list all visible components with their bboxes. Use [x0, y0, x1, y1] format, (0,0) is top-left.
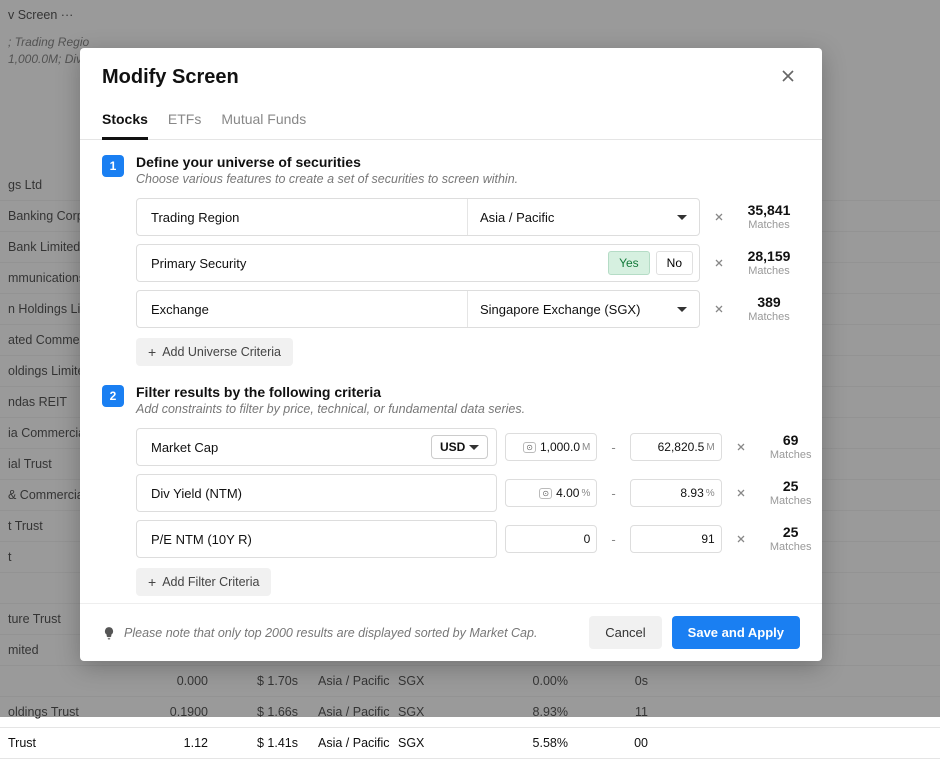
- remove-filter-button[interactable]: [730, 528, 752, 550]
- footer-note: Please note that only top 2000 results a…: [102, 626, 537, 640]
- remove-criteria-button[interactable]: [708, 252, 730, 274]
- info-icon: [102, 626, 116, 640]
- tab-etfs[interactable]: ETFs: [168, 103, 201, 139]
- criteria-label: Trading Region: [137, 210, 253, 225]
- section-1-subtitle: Choose various features to create a set …: [136, 172, 800, 186]
- criteria-label: Exchange: [137, 302, 223, 317]
- caret-down-icon: [677, 215, 687, 220]
- filter-label: Div Yield (NTM): [151, 486, 431, 501]
- plus-icon: +: [148, 575, 156, 589]
- matches-count: 25 Matches: [760, 525, 822, 552]
- market-cap-max-input[interactable]: 62,820.5M: [630, 433, 722, 461]
- section-1-title: Define your universe of securities: [136, 154, 800, 170]
- filter-label: Market Cap: [151, 440, 431, 455]
- add-universe-criteria-button[interactable]: + Add Universe Criteria: [136, 338, 293, 366]
- exchange-select[interactable]: Singapore Exchange (SGX): [467, 291, 699, 327]
- caret-down-icon: [469, 445, 479, 450]
- div-yield-min-input[interactable]: ⊙ 4.00%: [505, 479, 597, 507]
- remove-filter-button[interactable]: [730, 436, 752, 458]
- filter-div-yield: Div Yield (NTM) ⊙ 4.00% - 8.93% 25 Match…: [136, 474, 822, 512]
- save-and-apply-button[interactable]: Save and Apply: [672, 616, 800, 649]
- step-badge-2: 2: [102, 385, 124, 407]
- pe-max-input[interactable]: 91: [630, 525, 722, 553]
- matches-count: 25 Matches: [760, 479, 822, 506]
- plus-icon: +: [148, 345, 156, 359]
- currency-select[interactable]: USD: [431, 435, 488, 459]
- step-badge-1: 1: [102, 155, 124, 177]
- criteria-label: Primary Security: [137, 256, 260, 271]
- matches-count: 28,159 Matches: [738, 249, 800, 276]
- filter-pe-ntm: P/E NTM (10Y R) 0 - 91 25 Matches: [136, 520, 822, 558]
- tab-mutual-funds[interactable]: Mutual Funds: [221, 103, 306, 139]
- modal-footer: Please note that only top 2000 results a…: [80, 603, 822, 661]
- add-filter-criteria-button[interactable]: + Add Filter Criteria: [136, 568, 271, 596]
- matches-count: 69 Matches: [760, 433, 822, 460]
- criteria-trading-region: Trading Region Asia / Pacific 35,841 Mat…: [136, 198, 800, 236]
- input-icon: ⊙: [539, 488, 552, 499]
- modal-body[interactable]: 1 Define your universe of securities Cho…: [80, 140, 822, 603]
- div-yield-max-input[interactable]: 8.93%: [630, 479, 722, 507]
- section-2-title: Filter results by the following criteria: [136, 384, 822, 400]
- tab-stocks[interactable]: Stocks: [102, 103, 148, 140]
- close-icon[interactable]: [778, 66, 802, 90]
- modify-screen-modal: Modify Screen Stocks ETFs Mutual Funds 1…: [80, 48, 822, 661]
- trading-region-select[interactable]: Asia / Pacific: [467, 199, 699, 235]
- section-filters: 2 Filter results by the following criter…: [102, 384, 800, 596]
- modal-header: Modify Screen: [80, 48, 822, 89]
- matches-count: 389 Matches: [738, 295, 800, 322]
- caret-down-icon: [677, 307, 687, 312]
- primary-security-no[interactable]: No: [656, 251, 693, 275]
- pe-min-input[interactable]: 0: [505, 525, 597, 553]
- remove-filter-button[interactable]: [730, 482, 752, 504]
- criteria-exchange: Exchange Singapore Exchange (SGX) 389 Ma…: [136, 290, 800, 328]
- market-cap-min-input[interactable]: ⊙ 1,000.0M: [505, 433, 597, 461]
- security-type-tabs: Stocks ETFs Mutual Funds: [80, 103, 822, 140]
- section-universe: 1 Define your universe of securities Cho…: [102, 154, 800, 366]
- input-icon: ⊙: [523, 442, 536, 453]
- cancel-button[interactable]: Cancel: [589, 616, 661, 649]
- remove-criteria-button[interactable]: [708, 206, 730, 228]
- modal-title: Modify Screen: [102, 66, 800, 89]
- filter-label: P/E NTM (10Y R): [151, 532, 431, 547]
- primary-security-yes[interactable]: Yes: [608, 251, 650, 275]
- table-row: Trust1.12$ 1.41sAsia / PacificSGX5.58%00: [0, 728, 940, 759]
- filter-market-cap: Market Cap USD ⊙ 1,000.0M - 62,820.5M: [136, 428, 822, 466]
- matches-count: 35,841 Matches: [738, 203, 800, 230]
- remove-criteria-button[interactable]: [708, 298, 730, 320]
- section-2-subtitle: Add constraints to filter by price, tech…: [136, 402, 822, 416]
- criteria-primary-security: Primary Security Yes No 28,159 Matches: [136, 244, 800, 282]
